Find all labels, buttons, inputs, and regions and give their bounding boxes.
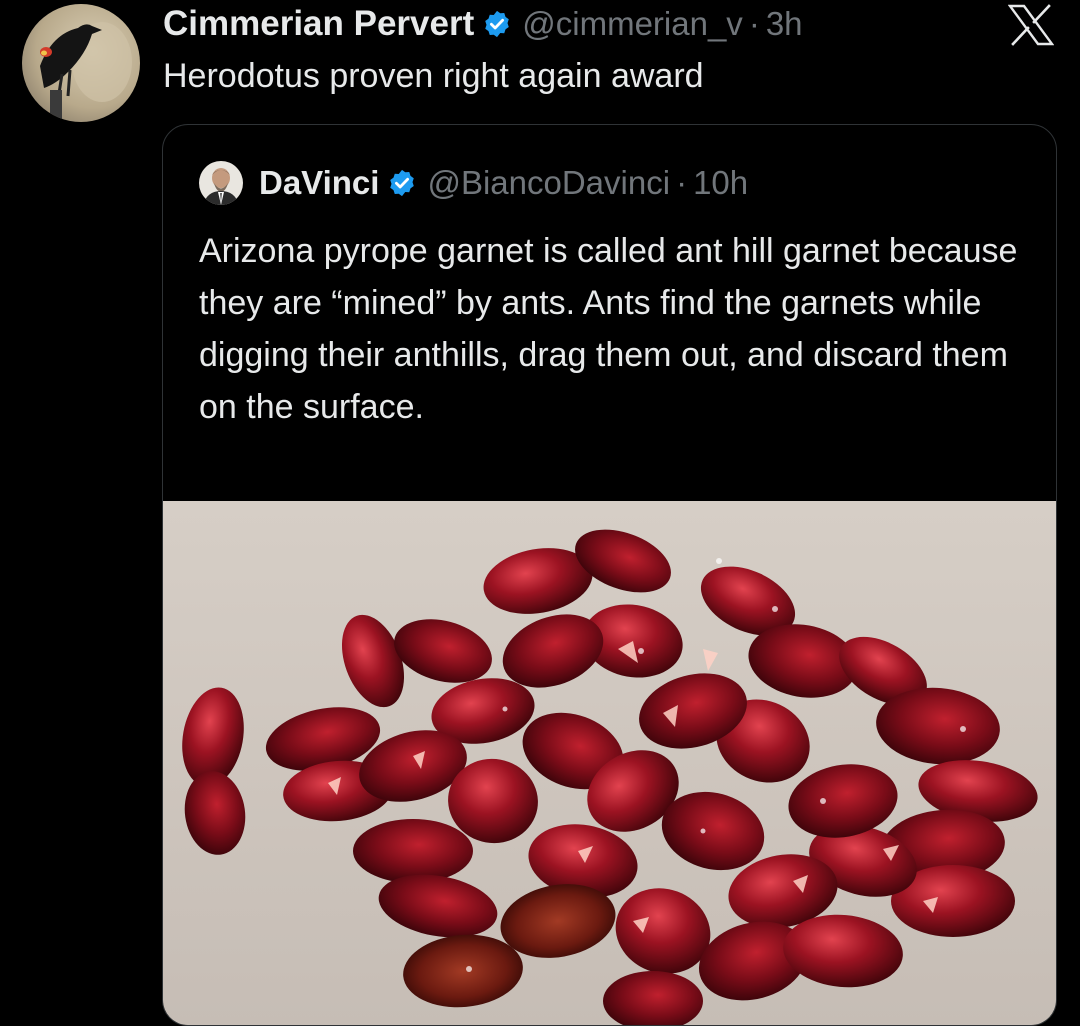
quoted-tweet-text: Arizona pyrope garnet is called ant hill… [199,232,1018,426]
garnets-photo [163,501,1056,1025]
tweet-header: Cimmerian Pervert @cimmerian_v · 3h [163,0,803,48]
tweet-text: Herodotus proven right again award [163,57,704,95]
post-time[interactable]: 3h [766,5,803,43]
separator-dot: · [676,164,688,201]
verified-badge-icon [387,168,417,198]
verified-badge-icon [482,9,512,39]
quoted-tweet-media-photo[interactable] [163,501,1056,1025]
quoted-author-handle[interactable]: @BiancoDavinci [427,164,670,202]
quoted-tweet-header: DaVinci @BiancoDavinci · 10h [199,159,748,207]
author-handle[interactable]: @cimmerian_v [522,5,743,43]
x-logo-icon[interactable] [1007,4,1055,46]
quoted-author-avatar [199,161,243,205]
author-avatar[interactable] [22,4,140,122]
author-name[interactable]: Cimmerian Pervert [163,4,474,44]
author-avatar-image [22,4,140,122]
separator-dot: · [748,5,760,42]
quoted-author-name[interactable]: DaVinci [259,164,379,202]
quoted-tweet-card[interactable]: DaVinci @BiancoDavinci · 10h Arizona pyr… [162,124,1057,1026]
quoted-post-time[interactable]: 10h [693,164,748,202]
